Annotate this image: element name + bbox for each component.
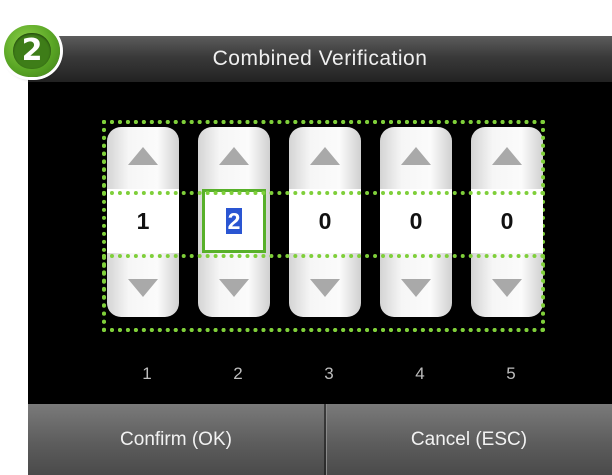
digit-value-3[interactable]: 0 bbox=[289, 189, 361, 253]
page-title: Combined Verification bbox=[212, 47, 428, 70]
column-index-1: 1 bbox=[142, 364, 152, 383]
button-bar: Confirm (OK) Cancel (ESC) bbox=[28, 404, 612, 475]
cancel-button[interactable]: Cancel (ESC) bbox=[326, 404, 612, 475]
step-badge-inner: 2 bbox=[13, 33, 51, 69]
combined-verification-screen: 2 Combined Verification 1 2 0 0 0 1 2 3 … bbox=[0, 0, 612, 475]
column-index-4: 4 bbox=[415, 364, 425, 383]
step-badge: 2 bbox=[4, 25, 60, 77]
selected-digit-text: 2 bbox=[225, 208, 243, 234]
column-index-2: 2 bbox=[233, 364, 243, 383]
digit-value-2-selected[interactable]: 2 bbox=[202, 189, 266, 253]
step-number: 2 bbox=[21, 33, 43, 68]
confirm-button[interactable]: Confirm (OK) bbox=[28, 404, 324, 475]
column-index-3: 3 bbox=[324, 364, 334, 383]
down-row-highlight-outline bbox=[102, 254, 545, 332]
up-row-highlight-outline bbox=[102, 120, 545, 195]
digit-value-5[interactable]: 0 bbox=[471, 189, 543, 253]
column-index-5: 5 bbox=[506, 364, 516, 383]
digit-value-4[interactable]: 0 bbox=[380, 189, 452, 253]
digit-value-1[interactable]: 1 bbox=[107, 189, 179, 253]
title-bar: Combined Verification bbox=[28, 36, 612, 82]
